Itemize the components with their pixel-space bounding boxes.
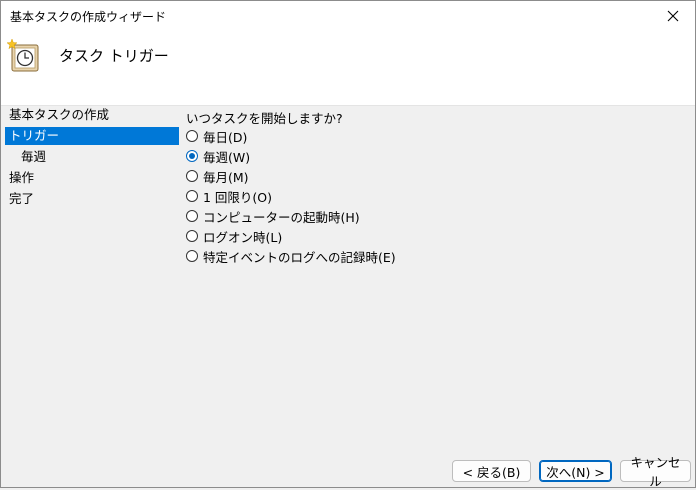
radio-daily[interactable]: 毎日(D) xyxy=(186,127,247,145)
radio-one-time[interactable]: 1 回限り(O) xyxy=(186,187,272,205)
title-bar: 基本タスクの作成ウィザード xyxy=(1,1,695,31)
sidebar-item-trigger[interactable]: トリガー xyxy=(5,127,179,145)
close-button[interactable] xyxy=(651,1,695,31)
sidebar-item-weekly[interactable]: 毎週 xyxy=(5,148,179,166)
cancel-button[interactable]: キャンセル xyxy=(620,455,691,489)
radio-one-time-circle[interactable] xyxy=(186,190,198,202)
wizard-header: タスク トリガー xyxy=(1,31,695,106)
radio-daily-circle[interactable] xyxy=(186,130,198,142)
radio-computer-startup-circle[interactable] xyxy=(186,210,198,222)
scheduled-task-clock-icon xyxy=(7,39,39,72)
back-button[interactable]: < 戻る(B) xyxy=(452,460,531,482)
radio-one-time-label: 1 回限り(O) xyxy=(203,189,273,205)
sidebar-item-create-basic-task[interactable]: 基本タスクの作成 xyxy=(5,106,179,124)
radio-weekly-label: 毎週(W) xyxy=(203,149,251,165)
radio-logon-circle[interactable] xyxy=(186,230,198,242)
radio-specific-event-circle[interactable] xyxy=(186,250,198,262)
radio-daily-label: 毎日(D) xyxy=(203,129,248,145)
radio-specific-event[interactable]: 特定イベントのログへの記録時(E) xyxy=(186,247,396,265)
radio-monthly[interactable]: 毎月(M) xyxy=(186,167,249,185)
window-title: 基本タスクの作成ウィザード xyxy=(10,10,167,24)
radio-logon[interactable]: ログオン時(L) xyxy=(186,227,282,245)
wizard-window: 基本タスクの作成ウィザード タスク トリガー 基本タスクの作成 トリガー 毎週 … xyxy=(0,0,696,489)
radio-weekly[interactable]: 毎週(W) xyxy=(186,147,250,165)
radio-monthly-circle[interactable] xyxy=(186,170,198,182)
sidebar-item-action[interactable]: 操作 xyxy=(5,169,179,187)
page-title: タスク トリガー xyxy=(59,47,169,65)
radio-specific-event-label: 特定イベントのログへの記録時(E) xyxy=(203,249,396,265)
close-icon xyxy=(667,10,679,22)
radio-computer-startup-label: コンピューターの起動時(H) xyxy=(203,209,360,225)
next-button[interactable]: 次へ(N) > xyxy=(539,460,612,482)
radio-monthly-label: 毎月(M) xyxy=(203,169,249,185)
radio-weekly-circle[interactable] xyxy=(186,150,198,162)
sidebar-item-finish[interactable]: 完了 xyxy=(5,190,179,208)
radio-logon-label: ログオン時(L) xyxy=(203,229,283,245)
radio-computer-startup[interactable]: コンピューターの起動時(H) xyxy=(186,207,360,225)
start-question-label: いつタスクを開始しますか? xyxy=(186,111,343,126)
